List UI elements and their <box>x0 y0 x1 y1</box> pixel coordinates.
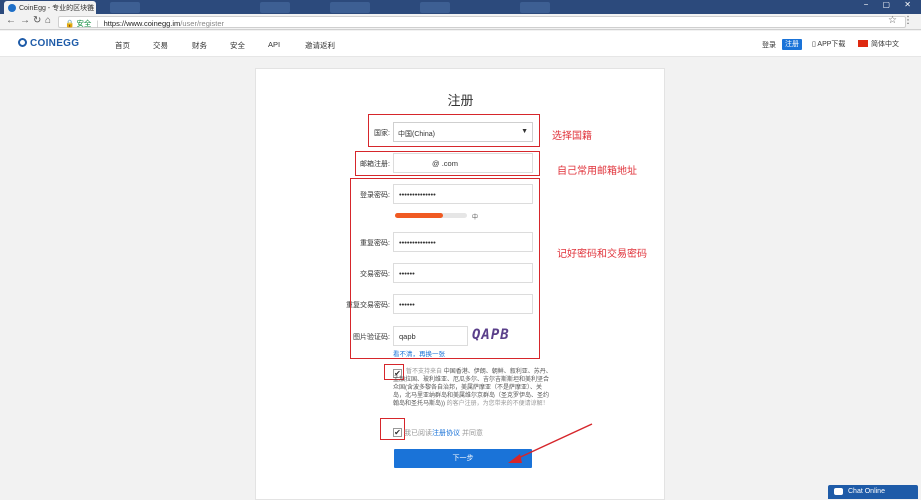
login-link[interactable]: 登录 <box>762 40 776 50</box>
browser-tab[interactable]: CoinEgg - 专业的区块链 × <box>4 1 96 14</box>
nav-api[interactable]: API <box>268 40 280 49</box>
security-label: 安全 <box>76 19 92 28</box>
browser-menu-icon[interactable]: ⋮ <box>903 15 913 26</box>
annotation-box-country <box>368 114 540 147</box>
nav-finance[interactable]: 财务 <box>192 40 207 51</box>
bookmark-star-icon[interactable]: ☆ <box>888 15 897 26</box>
region-notice: 暂不支持来自 中国香港、伊朗、朝鲜、叙利亚、苏丹、孟加拉国、玻利维亚、厄瓜多尔、… <box>393 368 553 408</box>
forward-icon[interactable]: → <box>20 15 30 26</box>
annotation-box-passwords <box>350 178 540 359</box>
url-input[interactable]: 🔒 安全 | https://www.coinegg.im/user/regis… <box>58 16 906 28</box>
address-bar: ← → ↻ ⌂ 🔒 安全 | https://www.coinegg.im/us… <box>0 14 921 30</box>
url-host: https://www.coinegg.im <box>103 19 181 28</box>
url-separator: | <box>96 19 99 28</box>
lock-icon: 🔒 <box>65 19 75 28</box>
reload-icon[interactable]: ↻ <box>33 15 41 26</box>
background-tab[interactable] <box>520 2 550 13</box>
register-agreement-link[interactable]: 注册协议 <box>432 430 460 437</box>
nav-home[interactable]: 首页 <box>115 40 130 51</box>
chat-label: Chat Online <box>848 488 885 495</box>
background-tab[interactable] <box>260 2 290 13</box>
background-tab[interactable] <box>330 2 370 13</box>
annotation-note-email: 自己常用邮箱地址 <box>557 166 637 177</box>
chat-bubble-icon <box>834 488 843 495</box>
site-favicon-icon <box>8 4 16 12</box>
app-download-link[interactable]: ▯ APP下载 <box>812 39 845 49</box>
language-label: 简体中文 <box>871 41 899 48</box>
nav-referral[interactable]: 邀请返利 <box>305 40 335 51</box>
site-logo[interactable]: COINEGG <box>18 38 79 49</box>
app-download-label: APP下载 <box>817 41 846 48</box>
register-button[interactable]: 注册 <box>782 39 802 50</box>
agree-suffix: 并同意 <box>461 430 483 437</box>
background-tab[interactable] <box>110 2 140 13</box>
language-selector[interactable]: 简体中文 <box>858 39 899 49</box>
site-header: COINEGG 首页 交易 财务 安全 API 邀请返利 登录 注册 ▯ APP… <box>0 31 921 57</box>
agreement-text: 我已阅读注册协议 并同意 <box>404 428 483 438</box>
nav-security[interactable]: 安全 <box>230 40 245 51</box>
window-controls[interactable]: − ▢ ✕ <box>864 0 917 10</box>
back-icon[interactable]: ← <box>6 15 16 26</box>
notice-suffix: 的客户注册，为您带来的不便请谅解！ <box>446 401 549 407</box>
annotation-arrow-icon <box>508 423 593 463</box>
url-path: /user/register <box>180 19 225 28</box>
annotation-note-country: 选择国籍 <box>552 131 592 142</box>
china-flag-icon <box>858 40 868 47</box>
background-tab[interactable] <box>420 2 450 13</box>
notice-prefix: 暂不支持来自 <box>406 369 443 375</box>
nav-trade[interactable]: 交易 <box>153 40 168 51</box>
annotation-note-passwords: 记好密码和交易密码 <box>557 249 647 260</box>
close-tab-icon[interactable]: × <box>88 2 93 11</box>
annotation-box-email <box>355 151 540 176</box>
agree-prefix: 我已阅读 <box>404 430 432 437</box>
logo-mark-icon <box>18 38 27 47</box>
logo-text: COINEGG <box>30 38 80 49</box>
tab-title: CoinEgg - 专业的区块链 <box>19 5 95 12</box>
browser-tab-bar: CoinEgg - 专业的区块链 × − ▢ ✕ <box>0 0 921 14</box>
page-title: 注册 <box>447 93 474 108</box>
home-icon[interactable]: ⌂ <box>45 15 51 26</box>
chat-online-button[interactable]: Chat Online <box>828 485 918 499</box>
phone-icon: ▯ <box>812 41 816 48</box>
annotation-box-agree-checkbox <box>380 418 405 440</box>
